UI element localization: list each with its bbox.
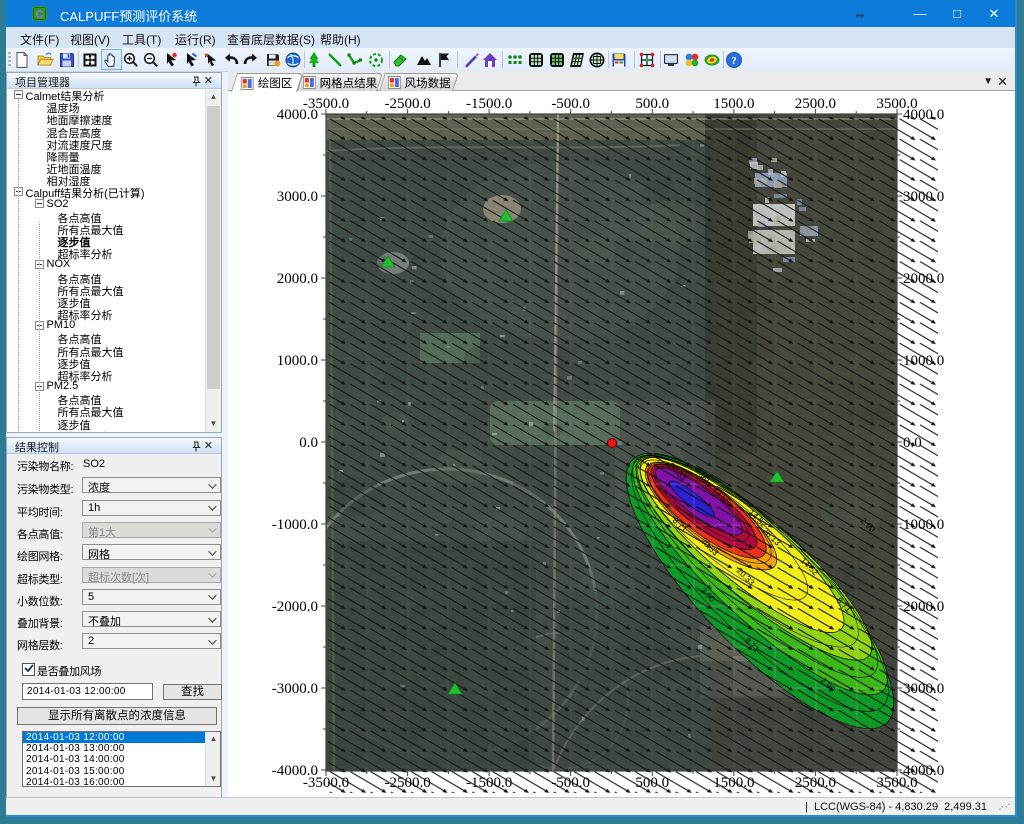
svg-text:-2000.0: -2000.0: [272, 599, 318, 615]
svg-text:0.0: 0.0: [299, 435, 318, 451]
svg-text:2000.0: 2000.0: [277, 271, 318, 287]
svg-text:3000.0: 3000.0: [277, 189, 318, 205]
svg-text:-1000.0: -1000.0: [272, 517, 318, 533]
svg-text:1500.0: 1500.0: [713, 96, 754, 112]
svg-text:1000.0: 1000.0: [277, 353, 318, 369]
svg-text:-4000.0: -4000.0: [272, 763, 318, 779]
svg-text:?: ?: [731, 55, 737, 67]
svg-text:500.0: 500.0: [635, 96, 669, 112]
svg-text:-2500.0: -2500.0: [384, 96, 430, 112]
svg-text:2500.0: 2500.0: [795, 96, 836, 112]
svg-text:4000.0: 4000.0: [277, 107, 318, 123]
svg-text:-1500.0: -1500.0: [466, 96, 512, 112]
svg-text:-3000.0: -3000.0: [272, 681, 318, 697]
svg-text:-500.0: -500.0: [551, 96, 590, 112]
svg-text:C: C: [36, 9, 44, 21]
